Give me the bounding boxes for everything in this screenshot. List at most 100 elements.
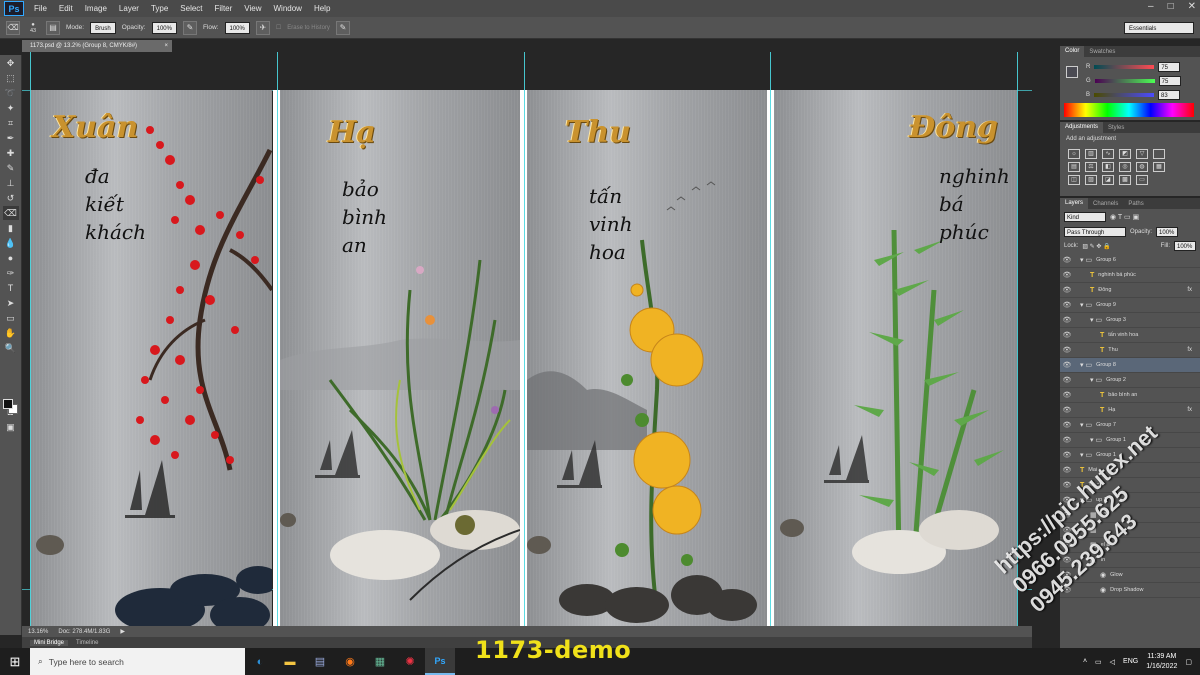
text-layer-icon[interactable]: T (1100, 347, 1104, 354)
red-value[interactable]: 75 (1158, 62, 1181, 72)
red-slider[interactable] (1094, 65, 1155, 69)
layer-kind-filter[interactable]: Kind (1064, 212, 1106, 222)
selective-color-icon[interactable]: ▩ (1119, 175, 1131, 185)
minimize-icon[interactable]: – (1148, 1, 1154, 12)
gradient-map-icon[interactable]: ▭ (1136, 175, 1148, 185)
menu-edit[interactable]: Edit (53, 4, 79, 13)
clock[interactable]: 11:39 AM 1/16/2022 (1146, 652, 1177, 672)
healing-tool-icon[interactable]: ✚ (3, 146, 19, 160)
menu-select[interactable]: Select (174, 4, 208, 13)
menu-filter[interactable]: Filter (209, 4, 239, 13)
windows-start-icon[interactable]: ⊞ (0, 654, 30, 670)
pressure-opacity-icon[interactable]: ✎ (182, 20, 197, 35)
tab-swatches[interactable]: Swatches (1084, 49, 1120, 55)
close-icon[interactable]: ✕ (1188, 1, 1196, 12)
menu-image[interactable]: Image (79, 4, 113, 13)
exposure-icon[interactable]: ◩ (1119, 149, 1131, 159)
opacity-input[interactable]: 100% (151, 21, 177, 34)
color-spectrum[interactable] (1064, 103, 1194, 117)
hand-tool-icon[interactable]: ✋ (3, 326, 19, 340)
eraser-tool-preset-icon[interactable]: ⌫ (6, 20, 20, 35)
lock-icons[interactable]: ▨ ✎ ✥ 🔒 (1082, 243, 1110, 250)
levels-icon[interactable]: ▥ (1085, 149, 1097, 159)
network-icon[interactable]: ▭ (1095, 658, 1102, 666)
blue-slider[interactable] (1094, 93, 1155, 97)
menu-layer[interactable]: Layer (113, 4, 145, 13)
visibility-eye-icon[interactable]: 👁 (1060, 331, 1074, 339)
layer-opacity-input[interactable]: 100% (1156, 227, 1179, 237)
folder-icon[interactable]: ▾ ▭ (1080, 421, 1092, 429)
layer-row[interactable]: 👁 ▾ ▭ Group 3 (1060, 313, 1200, 328)
threshold-icon[interactable]: ◪ (1102, 175, 1114, 185)
layer-row[interactable]: 👁 ◉ Drop Shadow (1060, 583, 1200, 598)
shape-tool-icon[interactable]: ▭ (3, 311, 19, 325)
history-brush-tool-icon[interactable]: ↺ (3, 191, 19, 205)
fill-input[interactable]: 100% (1174, 241, 1196, 251)
text-layer-icon[interactable]: T (1100, 407, 1104, 414)
canvas-area[interactable]: Xuân đa kiết khách Hạ bảo bình an Thu tấ… (22, 52, 1032, 640)
path-selection-tool-icon[interactable]: ➤ (3, 296, 19, 310)
document-tab[interactable]: 1173.psd @ 13.2% (Group 8, CMYK/8#) × (22, 40, 172, 52)
visibility-eye-icon[interactable]: 👁 (1060, 256, 1074, 264)
text-layer-icon[interactable]: T (1090, 287, 1094, 294)
color-lookup-icon[interactable]: ▦ (1153, 162, 1165, 172)
layer-row[interactable]: 👁 ▾ ▭ Group 9 (1060, 298, 1200, 313)
layer-row[interactable]: 👁 ▾ ▭ Group 8 (1060, 358, 1200, 373)
folder-icon[interactable]: ▾ ▭ (1090, 316, 1102, 324)
clone-stamp-tool-icon[interactable]: ⊥ (3, 176, 19, 190)
color-balance-icon[interactable]: ⚖ (1085, 162, 1097, 172)
layer-row[interactable]: 👁 ▾ ▭ Group 6 (1060, 253, 1200, 268)
file-explorer-icon[interactable]: ▬ (275, 648, 305, 675)
layer-row[interactable]: 👁 T Đông fx (1060, 283, 1200, 298)
effect-icon[interactable]: ◉ (1100, 586, 1106, 594)
folder-icon[interactable]: ▾ ▭ (1080, 256, 1092, 264)
marquee-tool-icon[interactable]: ⬚ (3, 71, 19, 85)
document-close-icon[interactable]: × (164, 40, 168, 52)
visibility-eye-icon[interactable]: 👁 (1060, 466, 1074, 474)
visibility-eye-icon[interactable]: 👁 (1060, 421, 1074, 429)
notification-icon[interactable]: ▢ (1185, 658, 1192, 666)
eraser-tool-icon[interactable]: ⌫ (2, 206, 19, 220)
blend-mode-select[interactable]: Pass Through (1064, 227, 1126, 237)
brush-tool-icon[interactable]: ✎ (3, 161, 19, 175)
gradient-tool-icon[interactable]: ▮ (3, 221, 19, 235)
pressure-size-icon[interactable]: ✎ (335, 20, 350, 35)
brush-panel-icon[interactable]: ▤ (46, 20, 60, 35)
effect-icon[interactable]: ◉ (1100, 571, 1106, 579)
visibility-eye-icon[interactable]: 👁 (1060, 346, 1074, 354)
tab-adjustments[interactable]: Adjustments (1060, 122, 1104, 133)
tab-mini-bridge[interactable]: Mini Bridge (30, 639, 69, 646)
crop-tool-icon[interactable]: ⌗ (3, 116, 19, 130)
tab-paths[interactable]: Paths (1123, 201, 1148, 207)
status-arrow-icon[interactable]: ▶ (120, 628, 125, 635)
store-icon[interactable]: ▤ (305, 648, 335, 675)
screen-mode-icon[interactable]: ▣ (3, 420, 19, 434)
photo-filter-icon[interactable]: ◎ (1119, 162, 1131, 172)
green-slider[interactable] (1094, 79, 1155, 83)
tab-color[interactable]: Color (1060, 46, 1085, 57)
text-layer-icon[interactable]: T (1100, 392, 1104, 399)
visibility-eye-icon[interactable]: 👁 (1060, 406, 1074, 414)
zoom-tool-icon[interactable]: 🔍 (3, 341, 19, 355)
invert-icon[interactable]: ◫ (1068, 175, 1080, 185)
blur-tool-icon[interactable]: 💧 (3, 236, 19, 250)
airbrush-icon[interactable]: ✈ (255, 20, 270, 35)
maximize-icon[interactable]: □ (1168, 1, 1174, 12)
app-icon[interactable]: ✺ (395, 648, 425, 675)
green-value[interactable]: 75 (1158, 76, 1181, 86)
brightness-icon[interactable]: ☼ (1068, 149, 1080, 159)
text-layer-icon[interactable]: T (1100, 332, 1104, 339)
erase-to-history-checkbox[interactable]: ☐ (276, 24, 281, 31)
vibrance-icon[interactable]: ▽ (1136, 149, 1148, 159)
language-indicator[interactable]: ENG (1123, 658, 1138, 665)
blue-value[interactable]: 83 (1158, 90, 1181, 100)
edge-browser-icon[interactable]: ◐ (245, 648, 275, 675)
brush-size-picker[interactable]: ● 43 (26, 22, 40, 34)
menu-window[interactable]: Window (268, 4, 308, 13)
folder-icon[interactable]: ▾ ▭ (1080, 361, 1092, 369)
folder-icon[interactable]: ▾ ▭ (1080, 451, 1092, 459)
layer-row[interactable]: 👁 Ttấn vinh hoa (1060, 328, 1200, 343)
photoshop-taskbar-icon[interactable]: Ps (425, 648, 455, 675)
menu-view[interactable]: View (238, 4, 267, 13)
visibility-eye-icon[interactable]: 👁 (1060, 271, 1074, 279)
